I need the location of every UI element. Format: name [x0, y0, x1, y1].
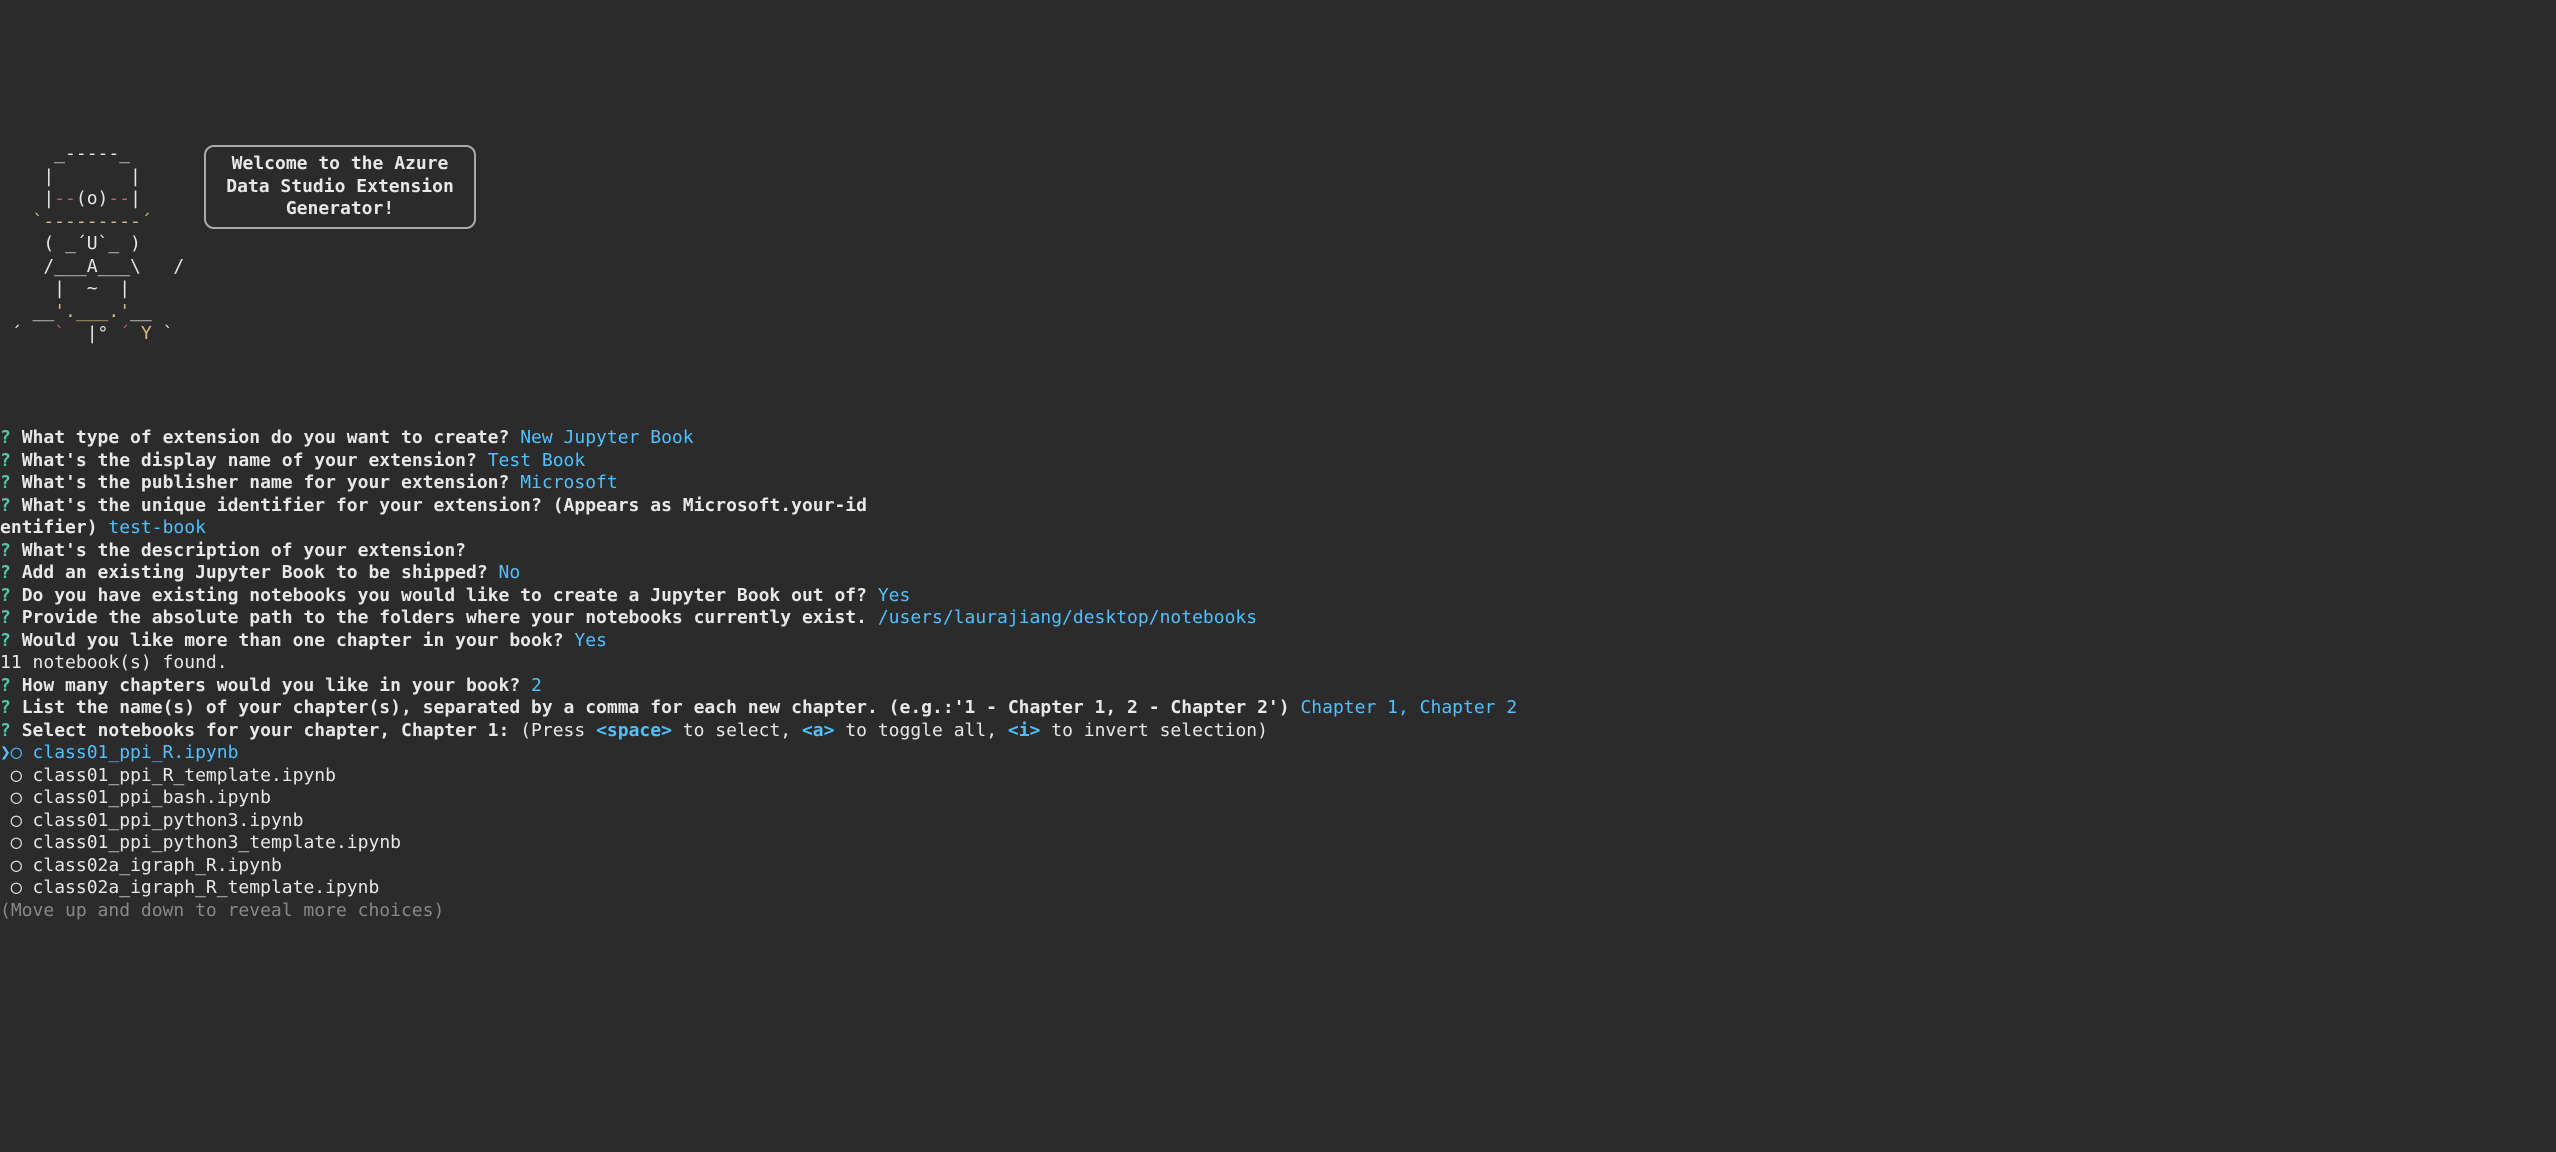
welcome-box: Welcome to the Azure Data Studio Extensi… [204, 145, 476, 229]
ascii-logo: _-----_ | | |--(o)--| `---------´ ( _´U`… [0, 143, 184, 346]
notebook-option[interactable]: ◯ class01_ppi_python3.ipynb [0, 810, 2556, 833]
footer-hint: (Move up and down to reveal more choices… [0, 900, 2556, 923]
prompt-line: ? What's the publisher name for your ext… [0, 472, 2556, 495]
notebook-option[interactable]: ◯ class01_ppi_bash.ipynb [0, 787, 2556, 810]
prompt-line: ? What's the display name of your extens… [0, 450, 2556, 473]
prompt-line: ? What's the unique identifier for your … [0, 495, 2556, 518]
notebook-option[interactable]: ❯◯ class01_ppi_R.ipynb [0, 742, 2556, 765]
select-prompt-line: ? Select notebooks for your chapter, Cha… [0, 720, 2556, 743]
prompt-line: ? Provide the absolute path to the folde… [0, 607, 2556, 630]
prompt-line: ? List the name(s) of your chapter(s), s… [0, 697, 2556, 720]
notebook-option[interactable]: ◯ class02a_igraph_R.ipynb [0, 855, 2556, 878]
prompt-line: ? How many chapters would you like in yo… [0, 675, 2556, 698]
header: _-----_ | | |--(o)--| `---------´ ( _´U`… [0, 143, 2556, 346]
notebook-option[interactable]: ◯ class01_ppi_python3_template.ipynb [0, 832, 2556, 855]
prompt-line: entifier) test-book [0, 517, 2556, 540]
prompt-line: ? Add an existing Jupyter Book to be shi… [0, 562, 2556, 585]
notebook-option[interactable]: ◯ class02a_igraph_R_template.ipynb [0, 877, 2556, 900]
terminal-window: _-----_ | | |--(o)--| `---------´ ( _´U`… [0, 90, 2556, 945]
prompt-line: ? What type of extension do you want to … [0, 427, 2556, 450]
status-line: 11 notebook(s) found. [0, 652, 2556, 675]
prompt-line: ? What's the description of your extensi… [0, 540, 2556, 563]
notebook-option[interactable]: ◯ class01_ppi_R_template.ipynb [0, 765, 2556, 788]
prompt-line: ? Would you like more than one chapter i… [0, 630, 2556, 653]
prompt-line: ? Do you have existing notebooks you wou… [0, 585, 2556, 608]
prompts-block: ? What type of extension do you want to … [0, 427, 2556, 922]
